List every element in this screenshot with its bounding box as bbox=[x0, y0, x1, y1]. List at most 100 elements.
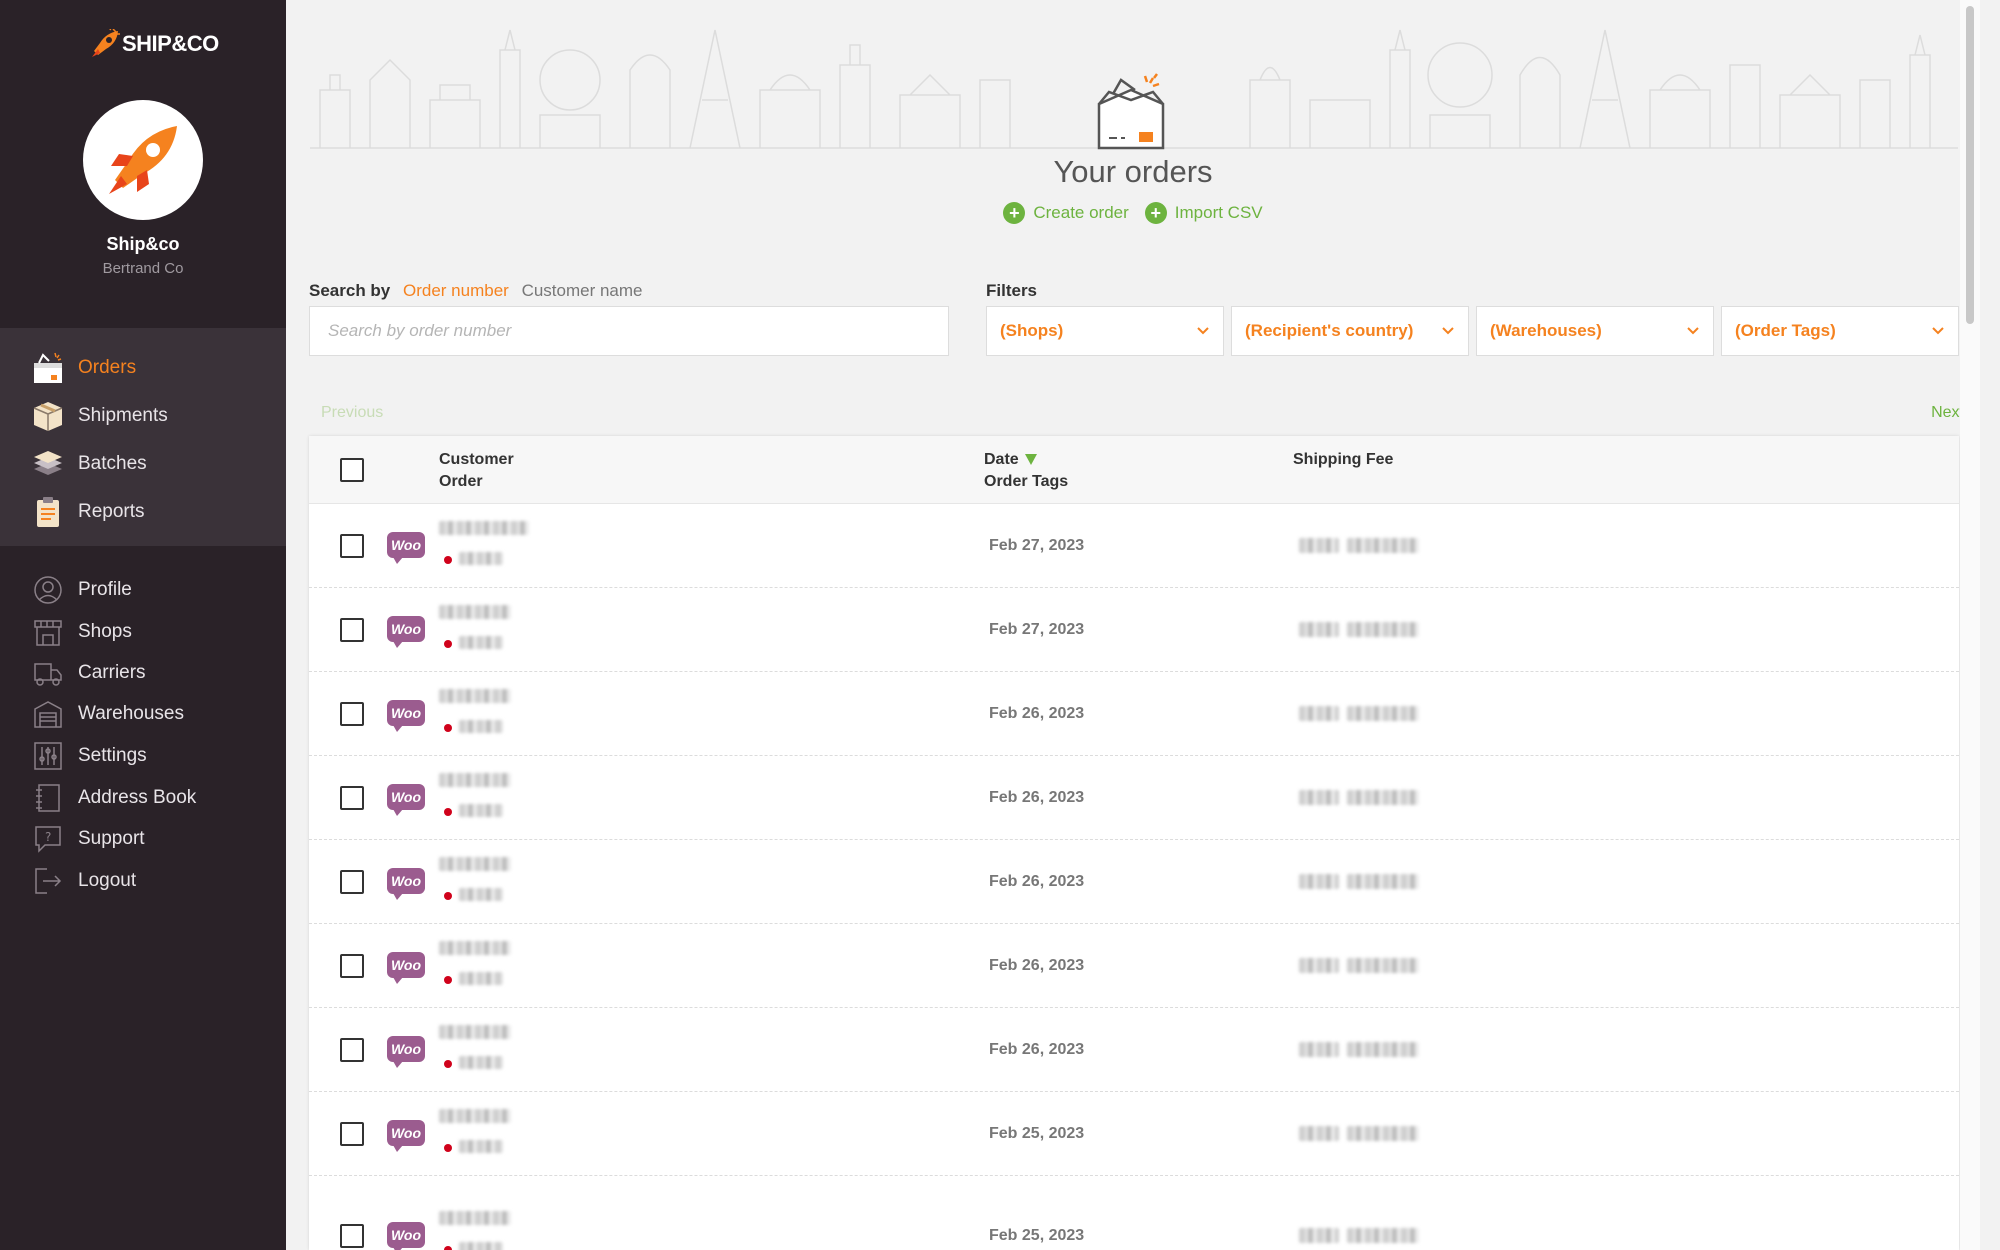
shipping-fee-redacted bbox=[1347, 1126, 1419, 1141]
row-checkbox[interactable] bbox=[340, 870, 364, 894]
rocket-avatar-icon bbox=[109, 126, 177, 194]
svg-text:?: ? bbox=[45, 830, 51, 844]
row-checkbox[interactable] bbox=[340, 1122, 364, 1146]
select-all-checkbox[interactable] bbox=[340, 458, 364, 482]
company-name: Ship&co bbox=[106, 234, 180, 254]
table-row[interactable]: Woo Feb 25, 2023 bbox=[309, 1092, 1959, 1176]
customer-name-redacted bbox=[439, 689, 511, 703]
customer-name-redacted bbox=[439, 521, 529, 535]
table-row[interactable]: Woo Feb 26, 2023 bbox=[309, 756, 1959, 840]
nav-logout[interactable]: Logout bbox=[0, 859, 286, 903]
warehouse-icon bbox=[30, 696, 66, 732]
shipping-fee-redacted bbox=[1347, 1042, 1419, 1057]
row-checkbox[interactable] bbox=[340, 618, 364, 642]
woocommerce-shop-icon: Woo bbox=[387, 700, 425, 732]
search-option-order-number[interactable]: Order number bbox=[403, 281, 509, 300]
nav-label: Address Book bbox=[78, 787, 197, 808]
filter-warehouses-select[interactable]: (Warehouses) bbox=[1476, 306, 1714, 356]
row-checkbox[interactable] bbox=[340, 534, 364, 558]
chevron-down-icon bbox=[1687, 327, 1699, 335]
col-date-label: Date bbox=[984, 451, 1019, 468]
shipment-box-icon bbox=[30, 398, 66, 434]
col-header-date-tags[interactable]: Date Order Tags bbox=[984, 449, 1068, 493]
filter-shops-select[interactable]: (Shops) bbox=[986, 306, 1224, 356]
shipping-fee-redacted bbox=[1347, 874, 1419, 889]
previous-page-link[interactable]: Previous bbox=[321, 404, 383, 422]
shipping-fee-redacted bbox=[1347, 538, 1419, 553]
filter-country-select[interactable]: (Recipient's country) bbox=[1231, 306, 1469, 356]
app-logo[interactable]: SHIP&CO bbox=[90, 24, 219, 64]
address-book-icon bbox=[30, 780, 66, 816]
shipping-carrier-redacted bbox=[1299, 538, 1339, 553]
col-header-shipping-fee[interactable]: Shipping Fee bbox=[1293, 449, 1393, 471]
nav-shipments[interactable]: Shipments bbox=[0, 394, 286, 438]
order-number-redacted bbox=[459, 1140, 503, 1153]
status-dot-icon bbox=[444, 892, 452, 900]
company-subtitle: Bertrand Co bbox=[102, 260, 184, 277]
customer-name-redacted bbox=[439, 1211, 511, 1225]
row-checkbox[interactable] bbox=[340, 1038, 364, 1062]
nav-support[interactable]: ? Support bbox=[0, 817, 286, 861]
main-content: Your orders + Create order + Import CSV … bbox=[286, 0, 1980, 1250]
status-dot-icon bbox=[444, 724, 452, 732]
sliders-icon bbox=[30, 738, 66, 774]
row-checkbox[interactable] bbox=[340, 1224, 364, 1248]
nav-batches[interactable]: Batches bbox=[0, 442, 286, 486]
woocommerce-shop-icon: Woo bbox=[387, 616, 425, 648]
col-header-customer-order[interactable]: Customer Order bbox=[439, 449, 514, 493]
sidebar: SHIP&CO Ship&co Bertrand Co Orders Shipm… bbox=[0, 0, 286, 1250]
status-dot-icon bbox=[444, 1060, 452, 1068]
create-order-button[interactable]: + Create order bbox=[1003, 202, 1129, 224]
scrollbar-thumb[interactable] bbox=[1966, 6, 1974, 324]
nav-settings[interactable]: Settings bbox=[0, 734, 286, 778]
row-checkbox[interactable] bbox=[340, 702, 364, 726]
chevron-down-icon bbox=[1442, 327, 1454, 335]
woocommerce-shop-icon: Woo bbox=[387, 1120, 425, 1152]
nav-profile[interactable]: Profile bbox=[0, 568, 286, 612]
table-row[interactable]: Woo Feb 27, 2023 bbox=[309, 588, 1959, 672]
nav-reports[interactable]: Reports bbox=[0, 490, 286, 534]
order-date: Feb 26, 2023 bbox=[989, 873, 1085, 890]
shipping-carrier-redacted bbox=[1299, 1042, 1339, 1057]
filter-value: (Shops) bbox=[1000, 321, 1064, 340]
shipping-carrier-redacted bbox=[1299, 1126, 1339, 1141]
table-row[interactable]: Woo Feb 26, 2023 bbox=[309, 1008, 1959, 1092]
search-option-customer-name[interactable]: Customer name bbox=[522, 281, 643, 300]
page-scrollbar[interactable] bbox=[1960, 0, 1980, 1250]
order-date: Feb 25, 2023 bbox=[989, 1227, 1085, 1244]
sort-desc-icon bbox=[1024, 454, 1037, 466]
nav-label: Batches bbox=[78, 453, 147, 474]
search-input[interactable] bbox=[309, 306, 949, 356]
nav-address-book[interactable]: Address Book bbox=[0, 776, 286, 820]
rocket-logo-icon bbox=[92, 29, 120, 57]
table-row[interactable]: Woo Feb 26, 2023 bbox=[309, 924, 1959, 1008]
search-by-label: Search by Order number Customer name bbox=[309, 281, 643, 301]
avatar[interactable] bbox=[83, 100, 203, 220]
customer-name-redacted bbox=[439, 605, 511, 619]
order-date: Feb 26, 2023 bbox=[989, 705, 1085, 722]
import-csv-label: Import CSV bbox=[1174, 203, 1263, 222]
nav-orders[interactable]: Orders bbox=[0, 346, 286, 390]
shipping-carrier-redacted bbox=[1299, 874, 1339, 889]
row-checkbox[interactable] bbox=[340, 954, 364, 978]
filter-tags-select[interactable]: (Order Tags) bbox=[1721, 306, 1959, 356]
row-checkbox[interactable] bbox=[340, 786, 364, 810]
order-date: Feb 25, 2023 bbox=[989, 1125, 1085, 1142]
table-row[interactable]: Woo Feb 27, 2023 bbox=[309, 504, 1959, 588]
nav-shops[interactable]: Shops bbox=[0, 610, 286, 654]
import-csv-button[interactable]: + Import CSV bbox=[1144, 202, 1263, 224]
orders-box-icon bbox=[1097, 73, 1165, 150]
nav-warehouses[interactable]: Warehouses bbox=[0, 692, 286, 736]
customer-name-redacted bbox=[439, 941, 511, 955]
woocommerce-shop-icon: Woo bbox=[387, 1036, 425, 1068]
nav-carriers[interactable]: Carriers bbox=[0, 651, 286, 695]
table-row[interactable]: Woo Feb 26, 2023 bbox=[309, 840, 1959, 924]
shipping-fee-redacted bbox=[1347, 622, 1419, 637]
col-customer-label: Customer bbox=[439, 451, 514, 468]
nav-label: Shops bbox=[78, 621, 132, 642]
table-row[interactable]: Woo Feb 25, 2023 bbox=[309, 1176, 1959, 1250]
table-row[interactable]: Woo Feb 26, 2023 bbox=[309, 672, 1959, 756]
order-date: Feb 26, 2023 bbox=[989, 789, 1085, 806]
nav-label: Support bbox=[78, 828, 145, 849]
filter-value: (Recipient's country) bbox=[1245, 321, 1414, 340]
